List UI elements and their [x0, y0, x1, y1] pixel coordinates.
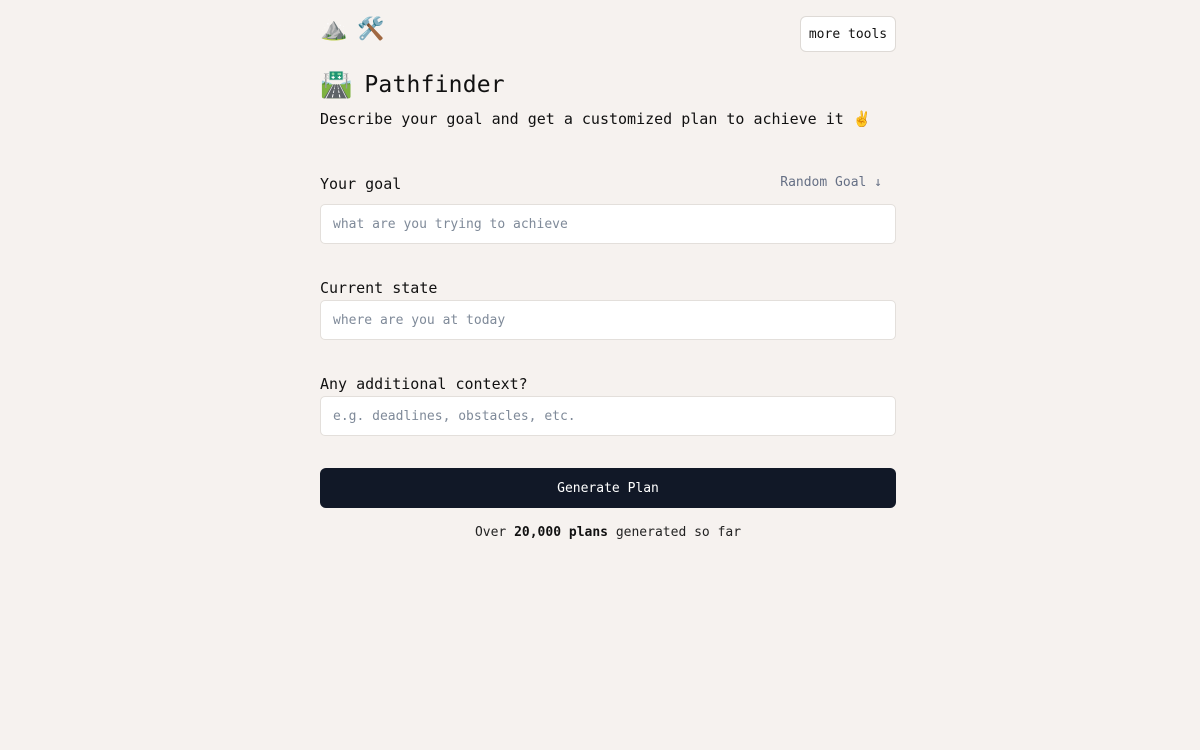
page-title: Pathfinder: [364, 72, 505, 98]
road-icon: 🛣️: [320, 70, 353, 100]
more-tools-button[interactable]: more tools: [800, 16, 896, 52]
page-subtitle: Describe your goal and get a customized …: [320, 110, 872, 128]
plans-counter: Over 20,000 plans generated so far: [320, 525, 896, 540]
current-state-input[interactable]: [320, 300, 896, 340]
goal-input[interactable]: [320, 204, 896, 244]
context-label: Any additional context?: [320, 375, 528, 393]
generate-plan-button[interactable]: Generate Plan: [320, 468, 896, 508]
stats-suffix: generated so far: [615, 525, 742, 540]
random-goal-button[interactable]: Random Goal ↓: [780, 175, 882, 190]
stats-prefix: Over: [474, 525, 507, 540]
top-bar: ⛰️ 🛠️ more tools: [320, 0, 896, 60]
context-input[interactable]: [320, 396, 896, 436]
stats-count: 20,000 plans: [514, 525, 608, 540]
current-state-label: Current state: [320, 279, 438, 297]
title-row: 🛣️ Pathfinder: [320, 70, 505, 100]
logo-icons: ⛰️ 🛠️: [320, 16, 385, 44]
main-container: ⛰️ 🛠️ more tools 🛣️ Pathfinder Describe …: [320, 0, 896, 540]
tools-icon[interactable]: 🛠️: [357, 16, 384, 44]
mountain-icon[interactable]: ⛰️: [320, 16, 347, 44]
goal-label: Your goal: [320, 175, 402, 193]
